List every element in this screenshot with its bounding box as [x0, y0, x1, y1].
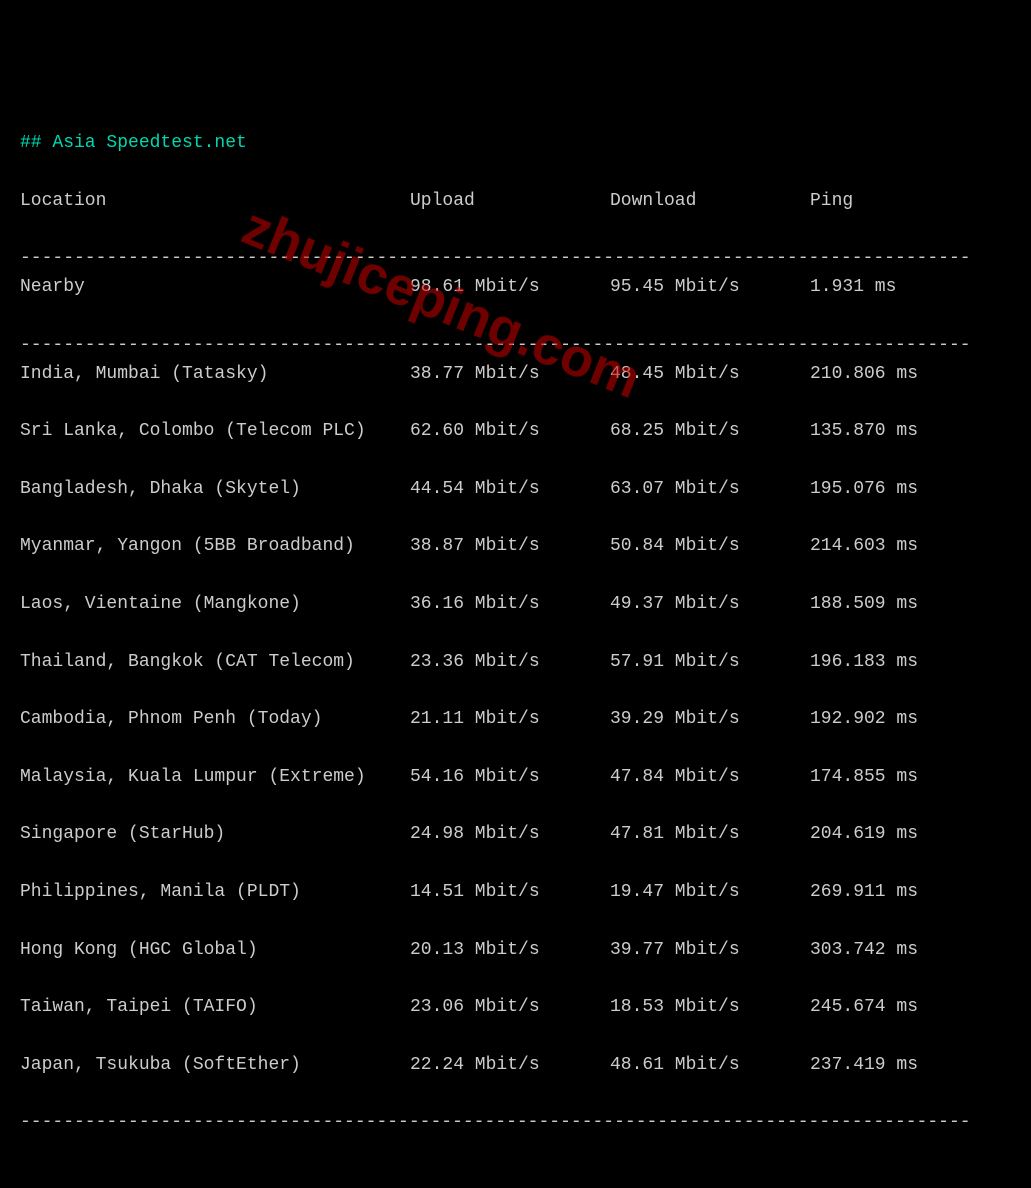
cell-location: Myanmar, Yangon (5BB Broadband)	[20, 532, 410, 561]
table-row: India, Mumbai (Tatasky)38.77 Mbit/s48.45…	[20, 360, 1011, 389]
cell-upload: 54.16 Mbit/s	[410, 763, 610, 792]
cell-upload: 38.87 Mbit/s	[410, 532, 610, 561]
table-row: Thailand, Bangkok (CAT Telecom)23.36 Mbi…	[20, 648, 1011, 677]
cell-ping: 269.911 ms	[810, 878, 918, 907]
nearby-ping: 1.931 ms	[810, 273, 896, 302]
table-row: Myanmar, Yangon (5BB Broadband)38.87 Mbi…	[20, 532, 1011, 561]
cell-location: Japan, Tsukuba (SoftEther)	[20, 1051, 410, 1080]
cell-ping: 174.855 ms	[810, 763, 918, 792]
table-row: Bangladesh, Dhaka (Skytel)44.54 Mbit/s63…	[20, 475, 1011, 504]
cell-ping: 192.902 ms	[810, 705, 918, 734]
table-row: Hong Kong (HGC Global)20.13 Mbit/s39.77 …	[20, 936, 1011, 965]
cell-upload: 36.16 Mbit/s	[410, 590, 610, 619]
nearby-upload: 98.61 Mbit/s	[410, 273, 610, 302]
cell-ping: 135.870 ms	[810, 417, 918, 446]
divider: ----------------------------------------…	[20, 1112, 971, 1132]
cell-ping: 245.674 ms	[810, 993, 918, 1022]
cell-ping: 237.419 ms	[810, 1051, 918, 1080]
cell-ping: 204.619 ms	[810, 820, 918, 849]
cell-upload: 23.36 Mbit/s	[410, 648, 610, 677]
cell-ping: 188.509 ms	[810, 590, 918, 619]
divider: ----------------------------------------…	[20, 335, 971, 355]
cell-download: 57.91 Mbit/s	[610, 648, 810, 677]
cell-download: 49.37 Mbit/s	[610, 590, 810, 619]
table-row: Laos, Vientaine (Mangkone)36.16 Mbit/s49…	[20, 590, 1011, 619]
title: ## Asia Speedtest.net	[20, 133, 247, 153]
table-row: Japan, Tsukuba (SoftEther)22.24 Mbit/s48…	[20, 1051, 1011, 1080]
cell-location: Philippines, Manila (PLDT)	[20, 878, 410, 907]
cell-download: 47.84 Mbit/s	[610, 763, 810, 792]
cell-location: Malaysia, Kuala Lumpur (Extreme)	[20, 763, 410, 792]
cell-ping: 214.603 ms	[810, 532, 918, 561]
cell-ping: 196.183 ms	[810, 648, 918, 677]
cell-upload: 62.60 Mbit/s	[410, 417, 610, 446]
cell-upload: 20.13 Mbit/s	[410, 936, 610, 965]
cell-ping: 195.076 ms	[810, 475, 918, 504]
cell-upload: 23.06 Mbit/s	[410, 993, 610, 1022]
table-row: Philippines, Manila (PLDT)14.51 Mbit/s19…	[20, 878, 1011, 907]
table-row: Singapore (StarHub)24.98 Mbit/s47.81 Mbi…	[20, 820, 1011, 849]
cell-location: Laos, Vientaine (Mangkone)	[20, 590, 410, 619]
cell-location: Sri Lanka, Colombo (Telecom PLC)	[20, 417, 410, 446]
cell-download: 18.53 Mbit/s	[610, 993, 810, 1022]
header-upload: Upload	[410, 187, 610, 216]
cell-location: Bangladesh, Dhaka (Skytel)	[20, 475, 410, 504]
cell-upload: 22.24 Mbit/s	[410, 1051, 610, 1080]
cell-location: Hong Kong (HGC Global)	[20, 936, 410, 965]
header-location: Location	[20, 187, 410, 216]
header-row: LocationUploadDownloadPing	[20, 187, 1011, 216]
cell-ping: 210.806 ms	[810, 360, 918, 389]
cell-location: Taiwan, Taipei (TAIFO)	[20, 993, 410, 1022]
divider: ----------------------------------------…	[20, 248, 971, 268]
cell-location: Thailand, Bangkok (CAT Telecom)	[20, 648, 410, 677]
cell-download: 48.45 Mbit/s	[610, 360, 810, 389]
cell-download: 68.25 Mbit/s	[610, 417, 810, 446]
cell-ping: 303.742 ms	[810, 936, 918, 965]
header-download: Download	[610, 187, 810, 216]
cell-location: Singapore (StarHub)	[20, 820, 410, 849]
nearby-location: Nearby	[20, 273, 410, 302]
cell-location: India, Mumbai (Tatasky)	[20, 360, 410, 389]
cell-download: 50.84 Mbit/s	[610, 532, 810, 561]
table-row: Taiwan, Taipei (TAIFO)23.06 Mbit/s18.53 …	[20, 993, 1011, 1022]
cell-download: 19.47 Mbit/s	[610, 878, 810, 907]
cell-upload: 44.54 Mbit/s	[410, 475, 610, 504]
cell-upload: 21.11 Mbit/s	[410, 705, 610, 734]
table-row: Cambodia, Phnom Penh (Today)21.11 Mbit/s…	[20, 705, 1011, 734]
cell-location: Cambodia, Phnom Penh (Today)	[20, 705, 410, 734]
cell-download: 39.29 Mbit/s	[610, 705, 810, 734]
table-row: Sri Lanka, Colombo (Telecom PLC)62.60 Mb…	[20, 417, 1011, 446]
cell-download: 63.07 Mbit/s	[610, 475, 810, 504]
cell-upload: 14.51 Mbit/s	[410, 878, 610, 907]
cell-download: 39.77 Mbit/s	[610, 936, 810, 965]
cell-upload: 38.77 Mbit/s	[410, 360, 610, 389]
nearby-row: Nearby98.61 Mbit/s95.45 Mbit/s1.931 ms	[20, 273, 1011, 302]
cell-upload: 24.98 Mbit/s	[410, 820, 610, 849]
nearby-download: 95.45 Mbit/s	[610, 273, 810, 302]
cell-download: 48.61 Mbit/s	[610, 1051, 810, 1080]
table-row: Malaysia, Kuala Lumpur (Extreme)54.16 Mb…	[20, 763, 1011, 792]
cell-download: 47.81 Mbit/s	[610, 820, 810, 849]
header-ping: Ping	[810, 187, 853, 216]
